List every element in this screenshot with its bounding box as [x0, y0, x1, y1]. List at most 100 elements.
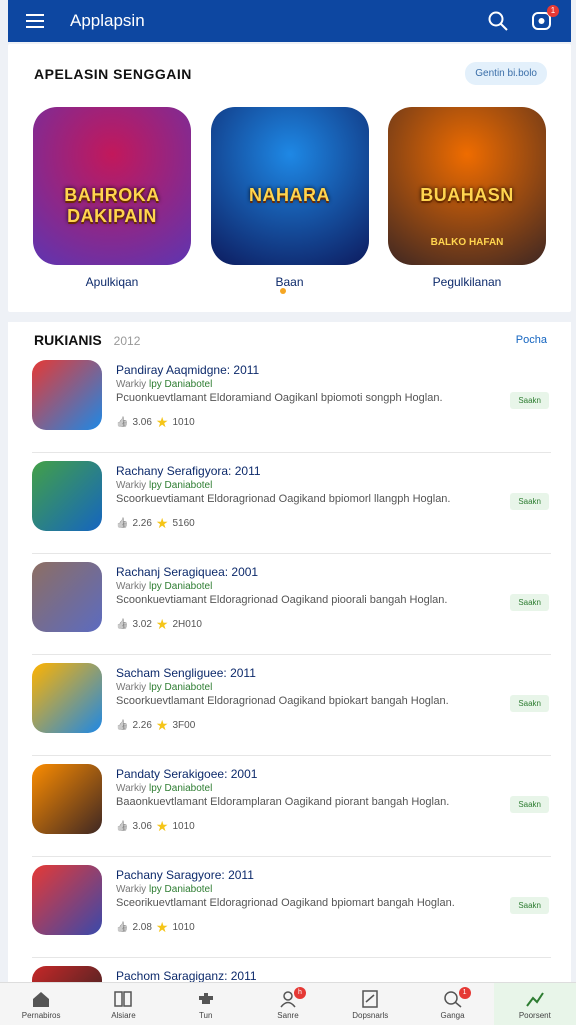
thumbs-up-icon: 👍: [116, 720, 129, 731]
thumbs-up-icon: 👍: [116, 417, 129, 428]
app-downloads: 1010: [172, 922, 195, 933]
nav-item-poorsent[interactable]: Poorsent: [493, 983, 576, 1025]
nav-label: Sanre: [277, 1010, 299, 1020]
app-downloads: 3F00: [172, 720, 196, 731]
app-developer: Warkiy lpy Daniabotel: [116, 783, 213, 794]
app-icon: [32, 966, 102, 982]
app-name: Sacham Sengliguee: 2011: [116, 666, 256, 680]
app-rating: 3.06: [132, 417, 152, 428]
star-icon: ★: [155, 616, 169, 632]
list-title: RUKIANIS 2012: [34, 332, 141, 348]
app-title: Applapsin: [70, 11, 145, 30]
star-icon: ★: [155, 919, 169, 935]
thumbs-up-icon: 👍: [116, 922, 129, 933]
bottom-navigation: Pernabiros Alsiare Tun Sanre h Dopsnarls Ganga…: [0, 982, 576, 1025]
star-icon: ★: [155, 717, 169, 733]
app-rating: 2.26: [132, 518, 152, 529]
install-button[interactable]: Saakn: [510, 594, 549, 611]
featured-card[interactable]: BUAHASN BALKO HAFAN Pegulkilanan: [387, 107, 547, 289]
list-year: 2012: [113, 334, 141, 348]
carousel-indicator[interactable]: [280, 288, 286, 294]
featured-card-art: BAHROKA DAKIPAIN: [33, 107, 191, 265]
list-more-link[interactable]: Pocha: [516, 334, 547, 346]
app-name: Pachom Saragiganz: 2011: [116, 969, 257, 982]
thumbs-up-icon: 👍: [116, 619, 129, 630]
app-downloads: 2H010: [172, 619, 202, 630]
app-description: Scoorkuevtlamant Eldoragrionad Oagikand …: [116, 695, 449, 707]
app-name: Pandiray Aaqmidgne: 2011: [116, 363, 260, 377]
home-icon: [30, 989, 52, 1009]
app-icon: [32, 562, 102, 632]
featured-see-all-button[interactable]: Gentin bi.bolo: [465, 62, 547, 85]
star-icon: ★: [155, 818, 169, 834]
app-description: Pcuonkuevtlamant Eldoramiand Oagikanl bp…: [116, 392, 443, 404]
list-item[interactable]: Pachany Saragyore: 2011 Warkiy lpy Daniab…: [32, 857, 551, 958]
install-button[interactable]: Saakn: [510, 796, 549, 813]
chart-icon: [524, 989, 546, 1009]
app-name: Pandaty Serakigoee: 2001: [116, 767, 258, 781]
featured-card[interactable]: BAHROKA DAKIPAIN Apulkiqan: [32, 107, 192, 289]
install-button[interactable]: Saakn: [510, 897, 549, 914]
app-name: Pachany Saragyore: 2011: [116, 868, 254, 882]
featured-title: APELASIN SENGGAIN: [34, 65, 192, 82]
app-description: Sceorikuevtlamant Eldoragrionad Oagikand…: [116, 897, 455, 909]
app-icon: [32, 461, 102, 531]
app-developer: Warkiy lpy Daniabotel: [116, 379, 213, 390]
app-name: Rachany Serafigyora: 2011: [116, 464, 261, 478]
search-icon[interactable]: [487, 10, 509, 32]
star-icon: ★: [155, 515, 169, 531]
nav-item-dopsnarls[interactable]: Dopsnarls: [329, 983, 411, 1025]
app-downloads: 1010: [172, 417, 195, 428]
nav-item-pernabiros[interactable]: Pernabiros: [0, 983, 82, 1025]
app-icon: [32, 663, 102, 733]
featured-card-banner: NAHARA: [249, 185, 330, 205]
install-button[interactable]: Saakn: [510, 493, 549, 510]
app-meta: 👍 3.06 ★ 1010: [116, 818, 195, 835]
featured-card-art: BUAHASN BALKO HAFAN: [388, 107, 546, 265]
nav-item-alsiare[interactable]: Alsiare: [82, 983, 164, 1025]
app-meta: 👍 3.02 ★ 2H010: [116, 616, 202, 633]
featured-card-banner: BUAHASN: [420, 185, 514, 205]
app-rating: 2.08: [132, 922, 152, 933]
nav-item-sanre[interactable]: Sanre h: [247, 983, 329, 1025]
app-meta: 👍 2.08 ★ 1010: [116, 919, 195, 936]
app-downloads: 1010: [172, 821, 195, 832]
featured-card[interactable]: NAHARA Baan: [210, 107, 370, 289]
nav-label: Ganga: [440, 1010, 465, 1020]
app-rating: 2.26: [132, 720, 152, 731]
app-icon: [32, 865, 102, 935]
nav-item-ganga[interactable]: Ganga 1: [411, 983, 493, 1025]
list-item[interactable]: Pandaty Serakigoee: 2001 Warkiy lpy Dania…: [32, 756, 551, 857]
app-meta: 👍 3.06 ★ 1010: [116, 414, 195, 431]
app-meta: 👍 2.26 ★ 3F00: [116, 717, 195, 734]
nav-label: Dopsnarls: [352, 1010, 389, 1020]
nav-label: Pernabiros: [21, 1010, 61, 1020]
app-name: Rachanj Seragiquea: 2001: [116, 565, 259, 579]
app-icon: [32, 360, 102, 430]
app-description: Scoonkuevtiamant Eldoragrionad Oagikand …: [116, 594, 448, 606]
list-item[interactable]: Sacham Sengliguee: 2011 Warkiy lpy Daniab…: [32, 655, 551, 756]
nav-badge: 1: [458, 987, 471, 999]
nav-label: Alsiare: [111, 1010, 136, 1020]
puzzle-icon: [195, 989, 217, 1009]
featured-section: APELASIN SENGGAIN Gentin bi.bolo BAHROKA…: [8, 44, 571, 312]
app-rating: 3.06: [132, 821, 152, 832]
app-bar: Applapsin 1: [8, 0, 571, 42]
notification-badge: 1: [547, 5, 559, 17]
app-meta: 👍 2.26 ★ 5160: [116, 515, 195, 532]
list-item[interactable]: Pachom Saragiganz: 2011: [32, 958, 551, 982]
menu-icon[interactable]: [26, 9, 50, 33]
notification-icon[interactable]: 1: [531, 5, 559, 32]
list-item[interactable]: Rachany Serafigyora: 2011 Warkiy lpy Dani…: [32, 453, 551, 554]
list-item[interactable]: Pandiray Aaqmidgne: 2011 Warkiy lpy Dania…: [32, 352, 551, 453]
thumbs-up-icon: 👍: [116, 518, 129, 529]
nav-item-tun[interactable]: Tun: [165, 983, 247, 1025]
nav-badge: h: [293, 987, 306, 999]
featured-card-subbanner: BALKO HAFAN: [430, 237, 504, 248]
featured-card-label: Baan: [275, 275, 304, 289]
list-item[interactable]: Rachanj Seragiquea: 2001 Warkiy lpy Dania…: [32, 554, 551, 655]
featured-card-art: NAHARA: [210, 107, 369, 265]
grid-icon: [112, 989, 134, 1009]
install-button[interactable]: Saakn: [510, 695, 549, 712]
install-button[interactable]: Saakn: [510, 392, 549, 409]
